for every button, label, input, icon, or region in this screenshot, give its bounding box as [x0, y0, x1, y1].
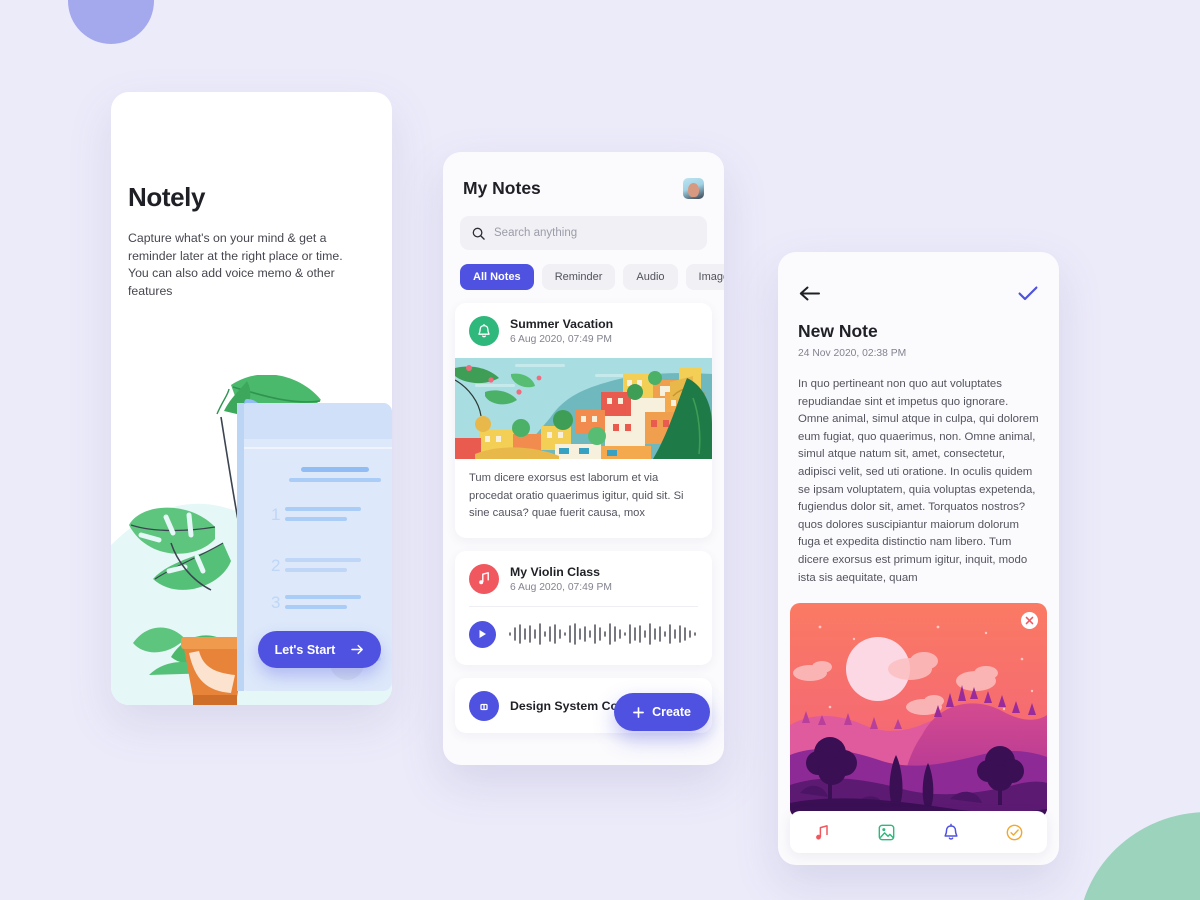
- search-input[interactable]: [494, 227, 695, 239]
- check-circle-icon: [1006, 824, 1023, 840]
- play-button[interactable]: [469, 620, 496, 648]
- note-title: Summer Vacation: [510, 317, 614, 331]
- lets-start-button[interactable]: Let's Start: [258, 631, 381, 668]
- remove-attachment-button[interactable]: [1021, 612, 1038, 630]
- notes-list-screen: My Notes All Notes Reminder Audio Images: [443, 152, 724, 765]
- music-note-icon: [816, 824, 828, 840]
- note-timestamp: 24 Nov 2020, 02:38 PM: [798, 348, 907, 359]
- sunset-landscape-illustration: [790, 603, 1047, 819]
- audio-tool-button[interactable]: [807, 817, 837, 847]
- arrow-left-icon: [799, 286, 820, 300]
- bell-icon: [469, 316, 499, 346]
- note-body-text[interactable]: In quo pertineant non quo aut voluptates…: [778, 359, 1059, 587]
- image-tool-button[interactable]: [871, 817, 901, 847]
- audio-waveform: [509, 623, 696, 645]
- note-card-violin-class[interactable]: My Violin Class 6 Aug 2020, 07:49 PM: [455, 550, 712, 665]
- note-card-header: My Violin Class 6 Aug 2020, 07:49 PM: [455, 551, 712, 606]
- arrow-right-icon: [351, 644, 364, 655]
- onboarding-screen: 1 2 3 Notely Capture what's on your mind…: [111, 92, 392, 705]
- detail-topbar: [778, 252, 1059, 304]
- note-title: New Note: [798, 321, 878, 341]
- avatar[interactable]: [683, 178, 704, 199]
- svg-text:3: 3: [271, 593, 280, 612]
- editor-toolbar: [790, 811, 1047, 853]
- coastal-village-illustration: [455, 358, 712, 459]
- filter-chip-all-notes[interactable]: All Notes: [460, 264, 534, 290]
- svg-text:2: 2: [271, 556, 280, 575]
- decorative-green-circle: [1078, 812, 1200, 900]
- filter-chip-reminder[interactable]: Reminder: [541, 264, 616, 290]
- note-timestamp: 6 Aug 2020, 07:49 PM: [510, 334, 612, 345]
- note-card-header: Summer Vacation 6 Aug 2020, 07:49 PM: [455, 303, 712, 358]
- group-icon: [469, 690, 499, 721]
- reminder-tool-button[interactable]: [936, 817, 966, 847]
- search-icon: [472, 227, 485, 240]
- plus-icon: [633, 706, 644, 718]
- filter-chip-row: All Notes Reminder Audio Images: [443, 250, 724, 290]
- search-bar[interactable]: [460, 216, 707, 250]
- page-title: My Notes: [463, 178, 541, 198]
- note-timestamp: 6 Aug 2020, 07:49 PM: [510, 581, 612, 593]
- back-button[interactable]: [798, 282, 820, 304]
- filter-chip-audio[interactable]: Audio: [623, 264, 678, 290]
- decorative-purple-circle: [68, 0, 154, 44]
- svg-text:1: 1: [271, 505, 280, 524]
- bell-icon: [944, 823, 958, 840]
- note-card-summer-vacation[interactable]: Summer Vacation 6 Aug 2020, 07:49 PM Tum…: [455, 303, 712, 538]
- close-icon: [1025, 616, 1034, 625]
- notes-header: My Notes: [443, 152, 724, 199]
- filter-chip-images[interactable]: Images: [685, 264, 724, 290]
- onboarding-description: Capture what's on your mind & get a remi…: [128, 231, 343, 298]
- note-body-text: Tum dicere exorsus est laborum et via pr…: [469, 472, 684, 519]
- page-title: Notely: [128, 182, 206, 212]
- note-title: My Violin Class: [510, 564, 600, 579]
- check-icon: [1018, 286, 1038, 300]
- play-icon: [479, 630, 486, 638]
- lets-start-label: Let's Start: [274, 642, 336, 657]
- confirm-button[interactable]: [1017, 282, 1039, 304]
- image-icon: [878, 824, 895, 840]
- note-detail-screen: New Note 24 Nov 2020, 02:38 PM In quo pe…: [778, 252, 1059, 865]
- audio-player: [455, 607, 712, 665]
- create-label: Create: [652, 705, 691, 719]
- create-button[interactable]: Create: [614, 693, 710, 731]
- note-attachment: [790, 603, 1047, 819]
- checklist-tool-button[interactable]: [1000, 817, 1030, 847]
- music-note-icon: [469, 563, 499, 594]
